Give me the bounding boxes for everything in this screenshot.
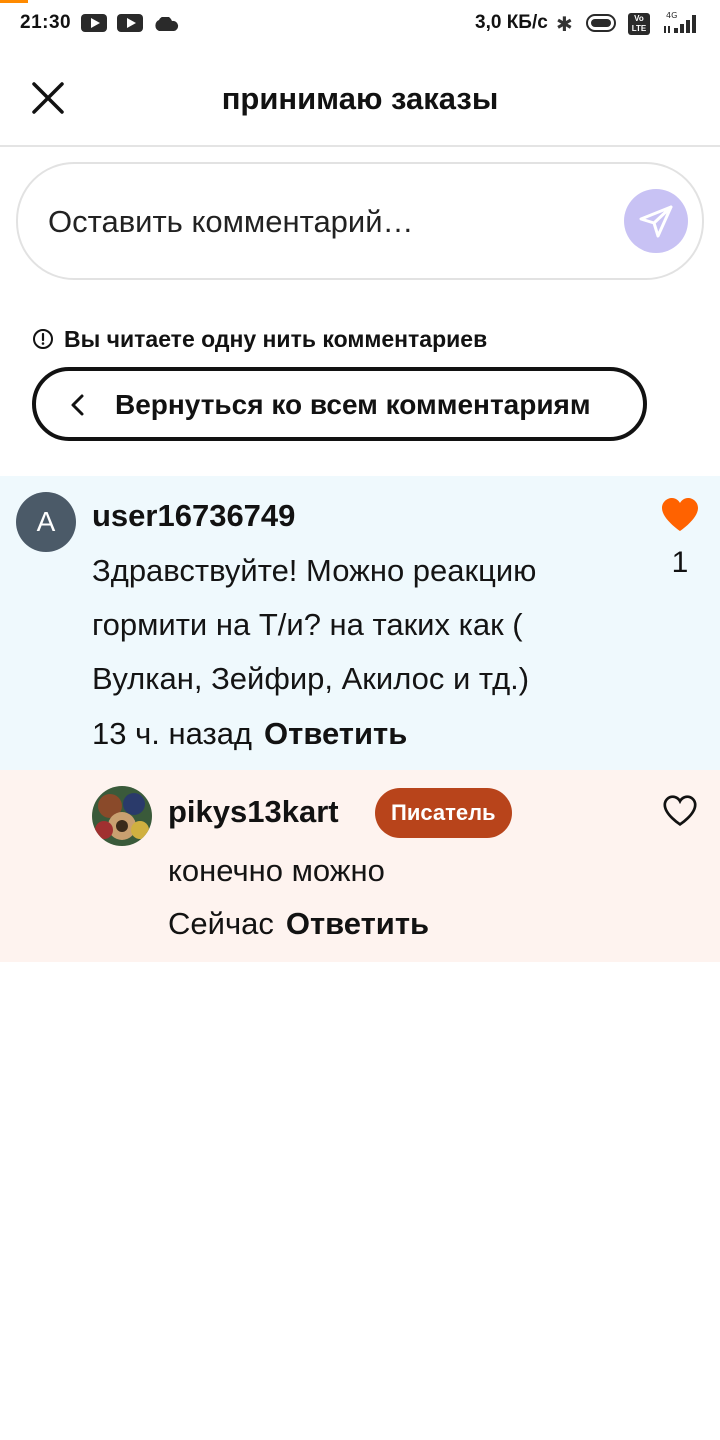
comment-text: конечно можно — [168, 853, 385, 888]
reply-button[interactable]: Ответить — [264, 716, 407, 751]
avatar[interactable] — [92, 786, 152, 846]
signal-icon: 4G — [664, 11, 696, 33]
comment-username[interactable]: user16736749 — [92, 498, 295, 534]
heart-icon[interactable] — [659, 496, 701, 534]
comment-text: Здравствуйте! Можно реакцию гормити на Т… — [92, 553, 537, 696]
comment-time: 13 ч. назад — [92, 716, 253, 751]
back-to-all-comments-button[interactable]: Вернуться ко всем комментариям — [32, 367, 647, 441]
send-icon — [639, 205, 673, 238]
status-accent — [0, 0, 28, 3]
comment-time: Сейчас — [168, 906, 274, 941]
heart-outline-icon[interactable] — [661, 794, 699, 828]
like-count: 1 — [671, 546, 689, 579]
info-icon — [33, 329, 53, 349]
chevron-left-icon — [71, 394, 84, 416]
avatar[interactable]: A — [16, 492, 76, 552]
back-button-label: Вернуться ко всем комментариям — [115, 389, 591, 420]
reply-comment-item: pikys13kart Писатель конечно можно Сейча… — [0, 770, 720, 962]
send-button[interactable] — [624, 189, 688, 253]
comment-meta: Сейчас Ответить — [168, 906, 429, 942]
signal-label: 4G — [666, 11, 677, 20]
status-time: 21:30 — [20, 12, 72, 33]
cloud-icon — [155, 17, 179, 31]
reply-button[interactable]: Ответить — [286, 906, 429, 941]
status-bar: 21:30 3,0 КБ/с ✱ Vo LTE 4G — [0, 0, 720, 48]
youtube-icon — [81, 14, 107, 32]
comment-item: A user16736749 Здравствуйте! Можно реакц… — [0, 476, 720, 770]
comment-box[interactable] — [16, 162, 704, 280]
page-title: принимаю заказы — [221, 81, 499, 116]
battery-icon — [586, 14, 616, 32]
comment-username[interactable]: pikys13kart — [168, 794, 339, 830]
thread-notice: Вы читаете одну нить комментариев — [32, 324, 487, 354]
comment-input[interactable] — [48, 204, 608, 240]
bluetooth-icon: ✱ — [556, 14, 573, 36]
network-speed: 3,0 КБ/с — [475, 12, 548, 33]
writer-badge: Писатель — [375, 788, 512, 838]
volte-icon: Vo LTE — [628, 13, 650, 35]
avatar-image — [92, 786, 152, 846]
comment-meta: 13 ч. назад Ответить — [92, 716, 407, 752]
app-header: принимаю заказы — [0, 48, 720, 147]
youtube-icon — [117, 14, 143, 32]
thread-notice-text: Вы читаете одну нить комментариев — [64, 325, 488, 352]
